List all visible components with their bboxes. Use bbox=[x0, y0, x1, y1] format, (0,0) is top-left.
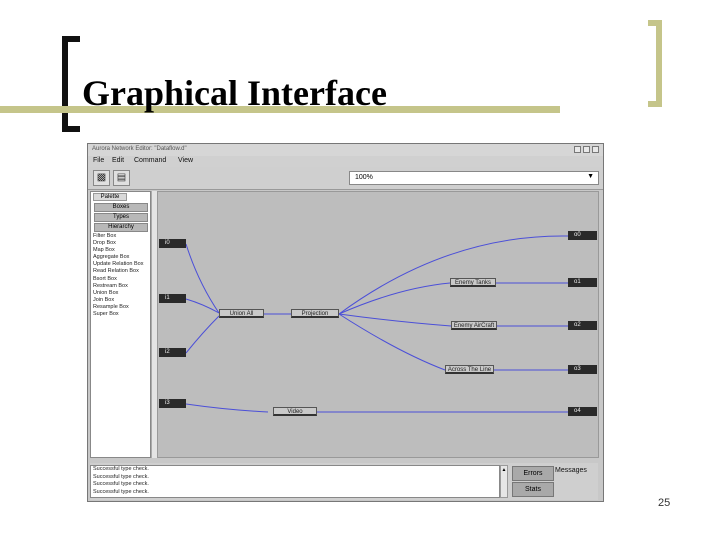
output-port-o2[interactable]: o2 bbox=[568, 321, 597, 330]
box-enemy-tanks[interactable]: Enemy Tanks bbox=[450, 278, 496, 287]
title-bracket-left-top bbox=[62, 36, 80, 42]
chevron-down-icon: ▼ bbox=[587, 173, 594, 180]
message-scrollbar[interactable]: ▲ bbox=[500, 465, 508, 498]
output-port-o3[interactable]: o3 bbox=[568, 365, 597, 374]
output-port-o1[interactable]: o1 bbox=[568, 278, 597, 287]
output-port-o0[interactable]: o0 bbox=[568, 231, 597, 240]
messages-panel: Successful type check. Successful type c… bbox=[90, 463, 598, 500]
box-projection[interactable]: Projection bbox=[291, 309, 339, 318]
message-line: Successful type check. bbox=[93, 473, 149, 480]
palette-item[interactable]: Restream Box bbox=[93, 283, 151, 290]
edge-i0-union bbox=[185, 243, 220, 314]
menu-bar: File Edit Command View bbox=[88, 156, 603, 167]
title-bracket-right-top bbox=[648, 20, 662, 26]
edge-i2-union bbox=[185, 315, 220, 354]
save-button[interactable]: ▩ bbox=[93, 170, 110, 186]
menu-view[interactable]: View bbox=[178, 157, 193, 164]
title-bracket-left bbox=[62, 36, 68, 132]
palette-item[interactable]: Super Box bbox=[93, 311, 151, 318]
menu-command[interactable]: Command bbox=[134, 157, 166, 164]
palette-item[interactable]: Bsort Box bbox=[93, 276, 151, 283]
edge-projection-tanks bbox=[338, 282, 451, 315]
open-button[interactable]: ▤ bbox=[113, 170, 130, 186]
palette-item[interactable]: Aggregate Box bbox=[93, 254, 151, 261]
palette-item[interactable]: Union Box bbox=[93, 290, 151, 297]
zoom-value: 100% bbox=[355, 174, 373, 181]
app-window: Aurora Network Editor: "Dataflow.d" File… bbox=[87, 143, 604, 502]
disk-icon: ▩ bbox=[96, 172, 107, 183]
tab-hierarchy[interactable]: Hierarchy bbox=[94, 223, 148, 232]
message-line: Successful type check. bbox=[93, 466, 149, 472]
palette-box-list: Filter Box Drop Box Map Box Aggregate Bo… bbox=[93, 233, 151, 318]
box-across-the-line[interactable]: Across The Line bbox=[445, 365, 494, 374]
input-port-i0[interactable]: i0 bbox=[159, 239, 186, 248]
title-bracket-right-bottom bbox=[648, 101, 662, 107]
menu-file[interactable]: File bbox=[93, 157, 104, 164]
message-line: Successful type check. bbox=[93, 481, 149, 488]
tab-boxes[interactable]: Boxes bbox=[94, 203, 148, 212]
page-number: 25 bbox=[658, 497, 671, 509]
palette-item[interactable]: Read Relation Box bbox=[93, 268, 151, 275]
errors-button[interactable]: Errors bbox=[512, 466, 554, 481]
minimize-icon[interactable] bbox=[574, 146, 581, 153]
window-title: Aurora Network Editor: "Dataflow.d" bbox=[92, 146, 187, 152]
box-enemy-aircraft[interactable]: Enemy AirCraft bbox=[451, 321, 497, 330]
scroll-up-icon[interactable]: ▲ bbox=[502, 467, 507, 473]
input-port-i2[interactable]: i2 bbox=[159, 348, 186, 357]
box-video[interactable]: Video bbox=[273, 407, 317, 416]
folder-icon: ▤ bbox=[116, 172, 127, 183]
palette-item[interactable]: Resample Box bbox=[93, 304, 151, 311]
messages-label: Messages bbox=[555, 467, 587, 474]
palette-item[interactable]: Update Relation Box bbox=[93, 261, 151, 268]
palette-item[interactable]: Drop Box bbox=[93, 240, 151, 247]
dataflow-edges bbox=[185, 235, 569, 413]
toolbar: ▩ ▤ 100% ▼ bbox=[88, 167, 603, 190]
tab-types[interactable]: Types bbox=[94, 213, 148, 222]
palette-item[interactable]: Map Box bbox=[93, 247, 151, 254]
message-line: Successful type check. bbox=[93, 488, 149, 495]
palette-item[interactable]: Filter Box bbox=[93, 233, 151, 240]
palette-header: Palette bbox=[93, 193, 127, 201]
input-port-i1[interactable]: i1 bbox=[159, 294, 186, 303]
diagram-canvas[interactable]: i0 i1 i2 i3 Union All Projection Enemy T… bbox=[157, 191, 599, 458]
edge-projection-o0 bbox=[338, 235, 569, 315]
box-union-all[interactable]: Union All bbox=[219, 309, 264, 318]
title-bracket-right bbox=[656, 20, 662, 107]
maximize-icon[interactable] bbox=[583, 146, 590, 153]
close-icon[interactable] bbox=[592, 146, 599, 153]
title-bracket-left-bottom bbox=[62, 126, 80, 132]
zoom-select[interactable]: 100% ▼ bbox=[349, 171, 599, 185]
message-log: Successful type check. Successful type c… bbox=[90, 465, 500, 498]
slide-title: Graphical Interface bbox=[82, 73, 387, 113]
palette-item[interactable]: Join Box bbox=[93, 297, 151, 304]
edge-projection-across bbox=[338, 313, 446, 371]
menu-edit[interactable]: Edit bbox=[112, 157, 124, 164]
input-port-i3[interactable]: i3 bbox=[159, 399, 186, 408]
stats-button[interactable]: Stats bbox=[512, 482, 554, 497]
palette-panel: Palette Boxes Types Hierarchy Filter Box… bbox=[90, 191, 151, 458]
edge-i3-video bbox=[185, 403, 269, 413]
output-port-o4[interactable]: o4 bbox=[568, 407, 597, 416]
